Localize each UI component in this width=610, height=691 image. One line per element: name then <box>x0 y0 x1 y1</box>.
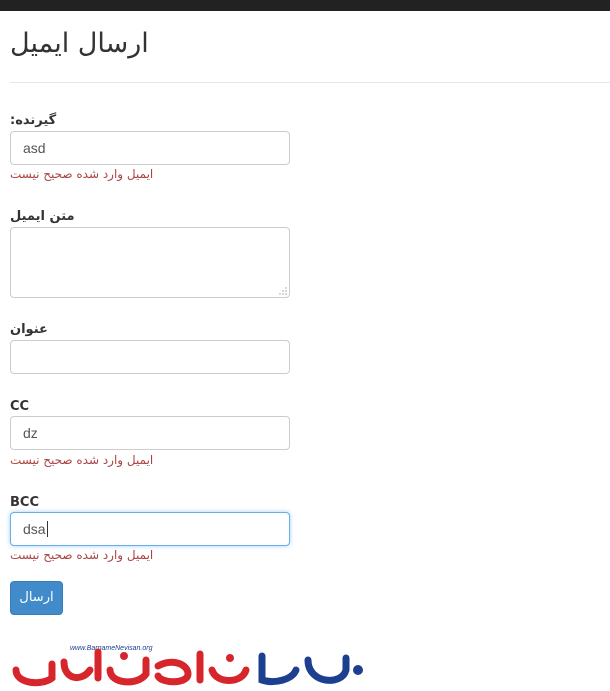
bcc-error: ایمیل وارد شده صحیح نیست <box>10 548 154 562</box>
cc-label: CC <box>10 399 30 414</box>
barnamenevisan-logo: www.BarnameNevisan.org <box>12 645 363 687</box>
bcc-input[interactable]: dsa <box>10 512 290 546</box>
recipient-input[interactable]: asd <box>10 131 290 165</box>
top-navbar <box>0 0 610 11</box>
text-cursor <box>46 521 48 537</box>
logo-url-text: www.BarnameNevisan.org <box>70 645 153 652</box>
recipient-input-value: asd <box>23 140 46 156</box>
cc-input-value: dz <box>23 425 38 441</box>
bcc-input-value: dsa <box>23 521 46 537</box>
body-textarea[interactable] <box>10 227 290 298</box>
divider <box>10 82 610 83</box>
subject-input[interactable] <box>10 340 290 374</box>
body-label: متن ایمیل <box>10 209 75 224</box>
subject-label: عنوان <box>10 322 48 337</box>
cc-error: ایمیل وارد شده صحیح نیست <box>10 453 154 467</box>
recipient-label: :گیرنده <box>10 113 57 128</box>
cc-input[interactable]: dz <box>10 416 290 450</box>
send-button[interactable]: ارسال <box>10 581 63 615</box>
bcc-label: BCC <box>10 495 39 510</box>
page-title: ارسال ایمیل <box>10 28 149 59</box>
recipient-error: ایمیل وارد شده صحیح نیست <box>10 167 154 181</box>
resize-handle-icon[interactable] <box>279 287 287 295</box>
